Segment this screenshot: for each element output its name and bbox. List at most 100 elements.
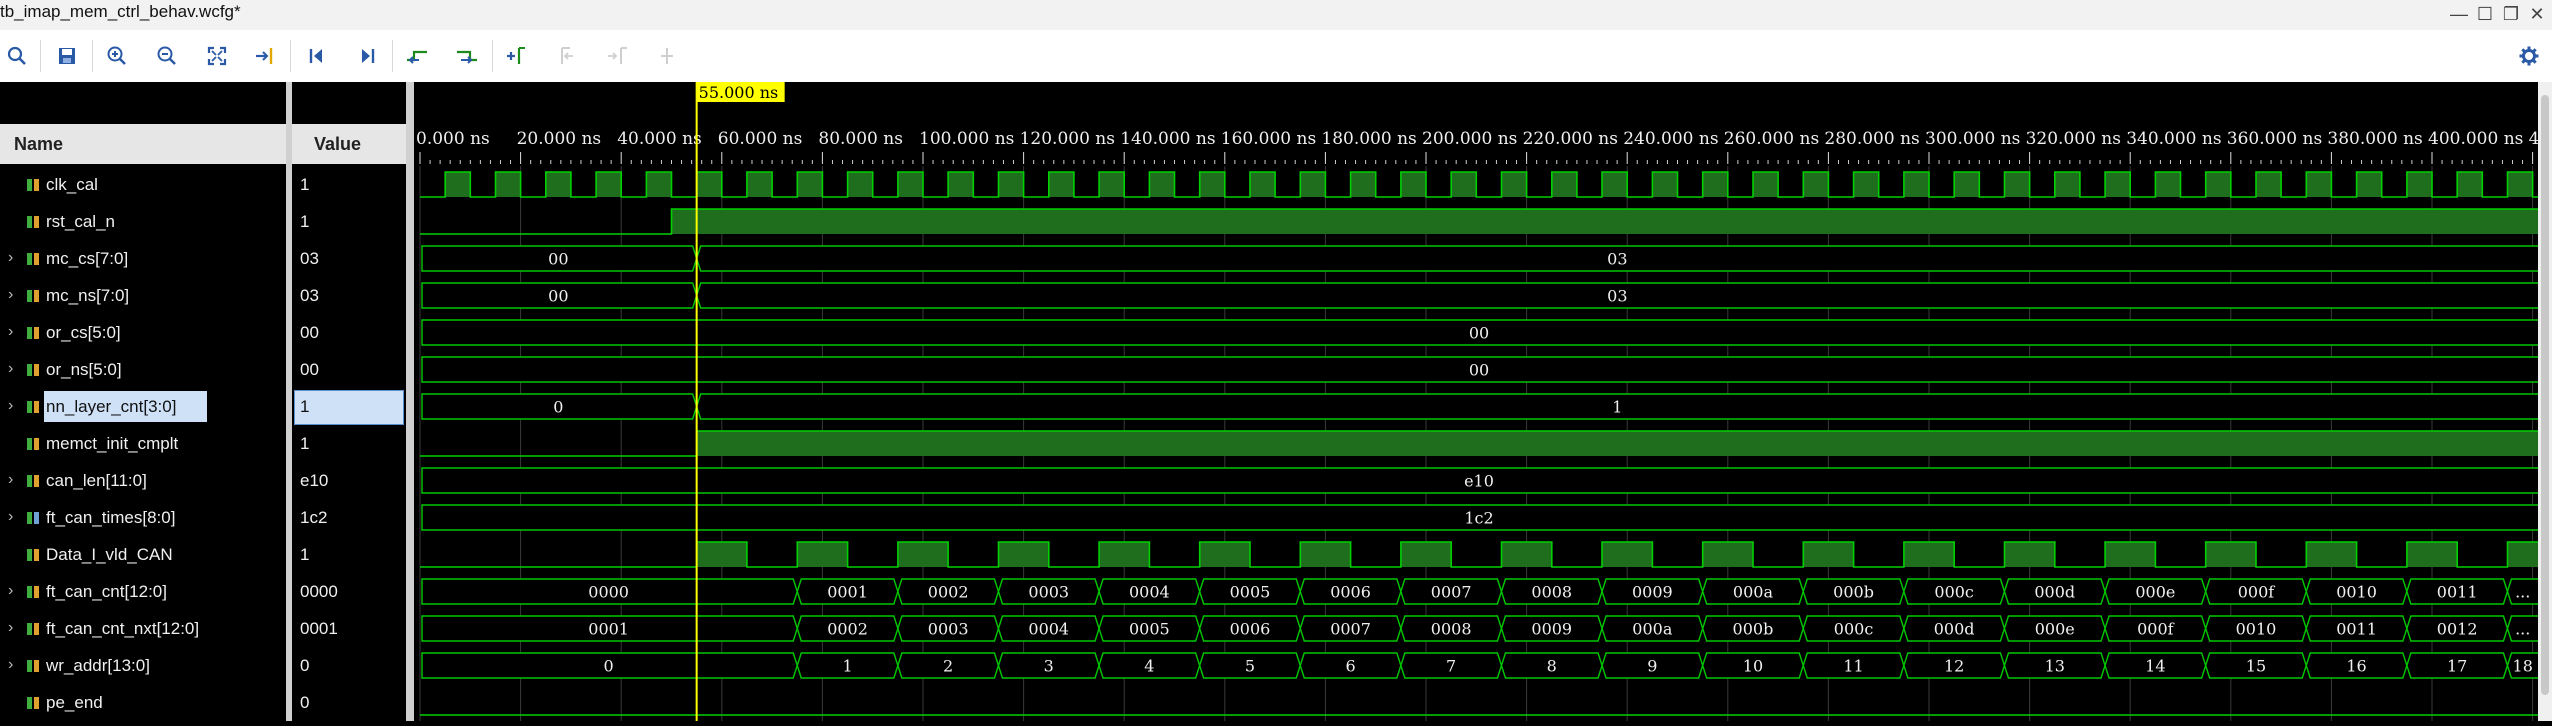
wave-high-fill [696,542,747,567]
signal-value-cell[interactable]: 00 [292,314,406,351]
chevron-right-icon[interactable]: › [8,656,13,674]
signal-row[interactable]: › can_len[11:0] [0,462,286,499]
chevron-right-icon[interactable]: › [8,249,13,267]
next-marker-icon[interactable] [602,42,632,70]
bus-segment-value: 0007 [1330,620,1371,639]
signal-value: 1 [300,434,310,453]
signal-row[interactable]: clk_cal [0,166,286,203]
bus-segment-value: 0002 [827,620,868,639]
bus-segment-value: 0011 [2336,620,2377,639]
delete-marker-icon[interactable] [652,42,682,70]
chevron-right-icon[interactable]: › [8,360,13,378]
signal-row[interactable]: rst_cal_n [0,203,286,240]
waveform-viewer[interactable]: 0.000 ns 20.000 ns 40.000 ns 60.000 ns 80.00… [414,82,2550,721]
signal-row[interactable]: › ft_can_times[8:0] [0,499,286,536]
signal-value-cell[interactable]: 1 [292,388,406,425]
bus-signal-icon [27,401,39,413]
next-transition-icon[interactable] [452,42,482,70]
signal-value-cell[interactable]: 03 [292,277,406,314]
wave-high-fill [1551,172,1577,197]
bus-segment-value: 0 [604,657,614,676]
bus-signal-icon [27,660,39,672]
signal-value-cell[interactable]: 0001 [292,610,406,647]
bus-segment-value: 4 [1144,657,1154,676]
signal-value-cell[interactable]: 1 [292,166,406,203]
settings-icon[interactable] [2514,42,2544,70]
add-marker-icon[interactable] [502,42,532,70]
signal-row[interactable]: pe_end [0,684,286,721]
zoom-out-icon[interactable] [152,42,182,70]
chevron-right-icon[interactable]: › [8,397,13,415]
signal-value-cell[interactable]: 00 [292,351,406,388]
signal-row[interactable]: › or_ns[5:0] [0,351,286,388]
go-to-cursor-icon[interactable] [250,42,280,70]
signal-value-cell[interactable]: 1 [292,536,406,573]
chevron-right-icon[interactable]: › [8,619,13,637]
signal-value-cell[interactable]: 1c2 [292,499,406,536]
signal-value-cell[interactable]: 0 [292,647,406,684]
wave-high-fill [847,172,873,197]
signal-row[interactable]: › wr_addr[13:0] [0,647,286,684]
signal-value: 1 [300,212,310,231]
signal-row[interactable]: › ft_can_cnt_nxt[12:0] [0,610,286,647]
bus-segment-value: 5 [1245,657,1255,676]
wave-high-fill [1300,172,1326,197]
signal-value: 1 [300,175,310,194]
bit-signal-icon [27,697,39,709]
signal-row[interactable]: › or_cs[5:0] [0,314,286,351]
wave-high-fill [2105,172,2131,197]
ruler-tick-label: 42 [2529,129,2538,149]
previous-transition-icon[interactable] [402,42,432,70]
go-to-time-zero-icon[interactable] [302,42,332,70]
value-wave-splitter[interactable] [406,82,414,721]
vertical-scrollbar-thumb[interactable] [2541,95,2549,695]
signal-row[interactable]: › ft_can_cnt[12:0] [0,573,286,610]
wave-high-fill [1853,172,1879,197]
zoom-fit-icon[interactable] [202,42,232,70]
wave-high-fill [646,172,672,197]
waveform-canvas[interactable]: 0.000 ns 20.000 ns 40.000 ns 60.000 ns 80.00… [414,82,2550,721]
close-button[interactable]: ✕ [2522,2,2552,26]
signal-row[interactable]: › mc_cs[7:0] [0,240,286,277]
bus-segment-value: 00 [548,287,568,306]
wave-high-fill [1400,172,1426,197]
bus-segment-value: 0001 [588,620,629,639]
window-title: tb_imap_mem_ctrl_behav.wcfg* [0,2,241,21]
signal-value-cell[interactable]: 1 [292,203,406,240]
chevron-right-icon[interactable]: › [8,508,13,526]
signal-value-cell[interactable]: e10 [292,462,406,499]
value-column-header[interactable]: Value [292,124,406,164]
previous-marker-icon[interactable] [552,42,582,70]
signal-value-cell[interactable]: 0 [292,684,406,721]
signal-value-cell[interactable]: 03 [292,240,406,277]
save-icon[interactable] [52,42,82,70]
wave-high-fill [2306,172,2332,197]
bus-segment-value: 0010 [2336,583,2377,602]
wave-high-fill [2004,542,2055,567]
chevron-right-icon[interactable]: › [8,286,13,304]
wave-high-fill [2004,172,2030,197]
bit-signal-icon [27,216,39,228]
bus-segment-value: 0006 [1230,620,1271,639]
ruler-tick-label: 20.000 ns [517,129,602,149]
name-header-label: Name [14,134,64,154]
zoom-in-icon[interactable] [102,42,132,70]
wave-high-fill [1300,542,1351,567]
chevron-right-icon[interactable]: › [8,323,13,341]
ruler-tick-label: 320.000 ns [2026,129,2121,149]
name-column-header[interactable]: Name [0,124,286,164]
wave-high-fill [2155,172,2181,197]
bus-segment-value: ... [2515,620,2530,639]
signal-row[interactable]: memct_init_cmplt [0,425,286,462]
signal-value-cell[interactable]: 0000 [292,573,406,610]
go-to-last-time-icon[interactable] [352,42,382,70]
signal-value-cell[interactable]: 1 [292,425,406,462]
chevron-right-icon[interactable]: › [8,582,13,600]
bus-segment-value: 8 [1547,657,1557,676]
signal-row[interactable]: › mc_ns[7:0] [0,277,286,314]
signal-row[interactable]: › nn_layer_cnt[3:0] [0,388,286,425]
chevron-right-icon[interactable]: › [8,471,13,489]
signal-value: e10 [300,471,329,490]
search-icon[interactable] [2,42,32,70]
signal-row[interactable]: Data_I_vld_CAN [0,536,286,573]
